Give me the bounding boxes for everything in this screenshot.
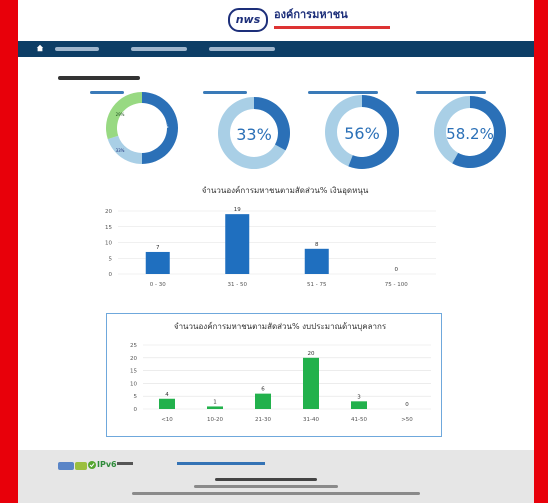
donut-charts: 38% 33% 29% 33% 56% 58.2% xyxy=(106,92,506,169)
footer-label-1 xyxy=(117,462,133,465)
chart2-bar xyxy=(159,398,175,409)
personnel-bar-chart: จำนวนองค์การมหาชนตามสัดส่วน% งบประมาณด้า… xyxy=(130,321,431,423)
logo-mark[interactable]: nws xyxy=(228,8,268,32)
donut1-label-3: 29% xyxy=(116,112,125,117)
chart2-bar xyxy=(303,357,319,409)
badge-a[interactable] xyxy=(58,462,74,470)
chart1-value-label: 8 xyxy=(315,242,319,248)
logo-name: องค์การมหาชน xyxy=(274,8,348,21)
donut2-percent: 33% xyxy=(236,125,272,144)
chart1-ytick: 10 xyxy=(105,241,112,247)
chart2-bar xyxy=(351,401,367,409)
donut1-segment-2 xyxy=(107,135,142,164)
chart2-ytick: 0 xyxy=(134,407,138,413)
chart2-value-label: 3 xyxy=(357,394,361,400)
page: nws องค์การมหาชน 38% 33% 29% 33% 56% 58.… xyxy=(18,0,534,503)
nav-item-2[interactable] xyxy=(131,44,187,54)
donut1-label-1: 38% xyxy=(160,124,169,129)
chart2-ytick: 15 xyxy=(130,369,137,375)
chart2-xtick: <10 xyxy=(161,417,173,423)
donut-chart-4: 58.2% xyxy=(433,96,506,168)
chart1-bar xyxy=(145,251,170,274)
nav-item-3[interactable] xyxy=(209,44,275,54)
chart2-xtick: >50 xyxy=(401,417,413,423)
chart2-value-label: 0 xyxy=(405,402,409,408)
chart1-bar xyxy=(225,214,250,274)
chart1-bar xyxy=(304,248,329,274)
chart2-value-label: 4 xyxy=(165,392,169,398)
chart2-xtick: 41-50 xyxy=(351,417,367,423)
donut-chart-3: 56% xyxy=(324,95,399,169)
chart1-xtick: 75 - 100 xyxy=(385,282,408,288)
chart2-title: จำนวนองค์การมหาชนตามสัดส่วน% งบประมาณด้า… xyxy=(174,321,387,331)
funding-bar-chart: จำนวนองค์การมหาชนตามสัดส่วน% เงินอุดหนุน… xyxy=(105,185,436,288)
footer-link[interactable] xyxy=(177,462,265,465)
donut-chart-1: 38% 33% 29% xyxy=(106,92,179,164)
ipv6-badge: IPv6 xyxy=(97,460,117,469)
chart1-ytick: 15 xyxy=(105,225,112,231)
chart2-ytick: 20 xyxy=(130,356,137,362)
chart2-ytick: 25 xyxy=(130,343,137,349)
logo-tagline xyxy=(274,26,390,29)
chart1-xtick: 51 - 75 xyxy=(307,282,327,288)
chart2-xtick: 31-40 xyxy=(303,417,319,423)
chart2-ytick: 10 xyxy=(130,381,137,387)
chart2-bar xyxy=(207,406,223,409)
chart1-title: จำนวนองค์การมหาชนตามสัดส่วน% เงินอุดหนุน xyxy=(202,185,369,195)
badge-b[interactable] xyxy=(75,462,87,470)
footer-dept xyxy=(194,485,338,488)
chart1-value-label: 7 xyxy=(156,245,160,251)
chart2-value-label: 1 xyxy=(213,399,217,405)
donut1-label-2: 33% xyxy=(116,148,125,153)
footer xyxy=(18,450,534,503)
chart1-ytick: 20 xyxy=(105,209,112,215)
footer-address xyxy=(132,492,420,495)
chart2-xtick: 10-20 xyxy=(207,417,223,423)
donut-chart-2: 33% xyxy=(217,97,290,169)
chart1-value-label: 0 xyxy=(395,267,399,273)
chart1-value-label: 19 xyxy=(234,207,241,213)
chart1-ytick: 0 xyxy=(109,272,113,278)
chart1-xtick: 0 - 30 xyxy=(150,282,166,288)
chart2-bar xyxy=(255,393,271,409)
chart2-xtick: 21-30 xyxy=(255,417,271,423)
chart2-ytick: 5 xyxy=(134,394,138,400)
check-icon xyxy=(88,461,96,469)
chart2-value-label: 20 xyxy=(308,351,315,357)
chart1-xtick: 31 - 50 xyxy=(228,282,248,288)
home-icon[interactable] xyxy=(36,43,44,53)
section-title xyxy=(58,76,140,80)
nav-item-1[interactable] xyxy=(55,44,99,54)
footer-org xyxy=(215,478,317,481)
chart1-ytick: 5 xyxy=(109,256,113,262)
donut3-percent: 56% xyxy=(344,124,380,143)
donut4-percent: 58.2% xyxy=(446,125,494,143)
main-nav xyxy=(18,41,534,57)
site-header: nws องค์การมหาชน xyxy=(18,0,534,41)
chart2-value-label: 6 xyxy=(261,387,265,393)
